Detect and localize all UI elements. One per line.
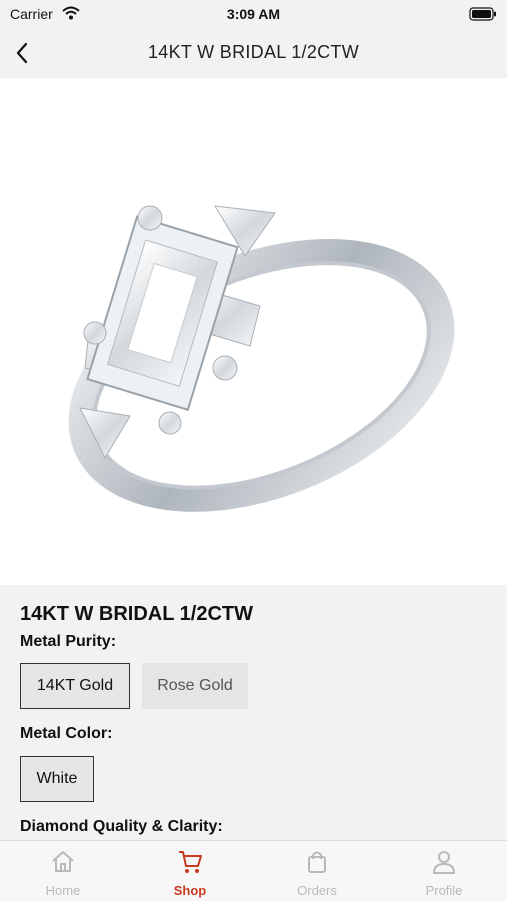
tab-label: Home xyxy=(45,883,81,898)
chevron-left-icon xyxy=(16,42,28,64)
status-time: 3:09 AM xyxy=(226,6,281,22)
option-white[interactable]: White xyxy=(20,756,94,802)
ring-image xyxy=(68,205,455,512)
tab-label: Orders xyxy=(297,883,337,898)
back-button[interactable] xyxy=(10,38,38,68)
tab-home[interactable]: Home xyxy=(0,841,126,901)
tab-bar: Home Shop Orders Profile xyxy=(0,840,507,901)
option-label: White xyxy=(36,770,78,787)
tab-shop[interactable]: Shop xyxy=(127,841,253,901)
diamond-quality-label: Diamond Quality & Clarity: xyxy=(20,818,223,835)
tab-profile[interactable]: Profile xyxy=(381,841,507,901)
option-14kt-gold[interactable]: 14KT Gold xyxy=(20,663,130,709)
option-rose-gold[interactable]: Rose Gold xyxy=(142,663,248,709)
metal-purity-label: Metal Purity: xyxy=(20,633,117,650)
nav-title: 14KT W BRIDAL 1/2CTW xyxy=(147,42,360,62)
product-image[interactable] xyxy=(0,78,507,585)
status-bar: Carrier 3:09 AM xyxy=(0,0,507,30)
tab-label: Profile xyxy=(425,883,463,898)
product-details: 14KT W BRIDAL 1/2CTW Metal Purity: 14KT … xyxy=(0,585,507,840)
product-title: 14KT W BRIDAL 1/2CTW xyxy=(20,603,253,625)
tab-label: Shop xyxy=(173,883,207,898)
home-icon xyxy=(52,851,74,872)
profile-icon xyxy=(433,851,455,874)
bag-icon xyxy=(308,851,326,873)
battery-icon xyxy=(469,7,497,26)
metal-color-label: Metal Color: xyxy=(20,725,113,742)
navigation-bar: 14KT W BRIDAL 1/2CTW xyxy=(0,30,507,78)
tab-orders[interactable]: Orders xyxy=(254,841,380,901)
option-label: 14KT Gold xyxy=(36,677,114,694)
option-label: Rose Gold xyxy=(157,677,233,694)
cart-icon xyxy=(179,851,202,873)
